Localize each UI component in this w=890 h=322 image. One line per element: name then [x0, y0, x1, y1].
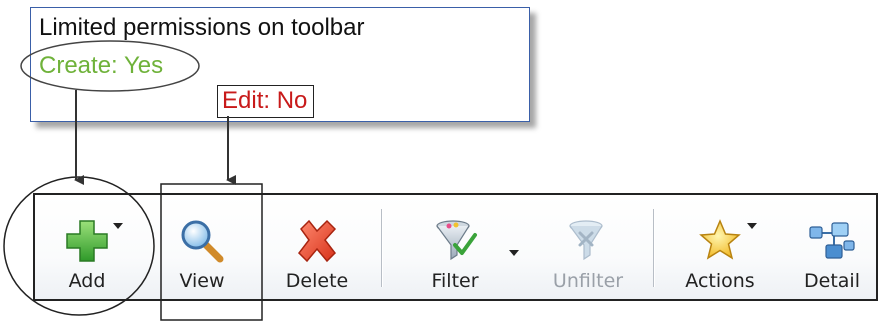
filter-dropdown-caret-icon[interactable]	[509, 250, 519, 256]
funnel-clear-icon	[564, 217, 612, 265]
delete-button[interactable]: Delete	[275, 195, 359, 299]
funnel-check-icon	[431, 217, 479, 265]
delete-label: Delete	[285, 270, 349, 292]
callout-title: Limited permissions on toolbar	[39, 14, 365, 41]
unfilter-label: Unfilter	[552, 270, 624, 292]
star-icon	[696, 217, 744, 265]
actions-dropdown-caret-icon[interactable]	[747, 223, 757, 229]
permissions-callout: Limited permissions on toolbar Create: Y…	[30, 7, 530, 122]
unfilter-button[interactable]: Unfilter	[543, 195, 633, 299]
toolbar-separator	[653, 209, 654, 287]
add-dropdown-caret-icon[interactable]	[113, 223, 123, 229]
view-label: View	[179, 270, 225, 292]
plus-icon	[63, 217, 111, 265]
magnifier-icon	[178, 217, 226, 265]
delete-x-icon	[293, 217, 341, 265]
detail-label: Detail	[804, 270, 860, 292]
filter-label: Filter	[431, 270, 479, 292]
actions-label: Actions	[685, 270, 755, 292]
create-permission-text: Create: Yes	[39, 52, 164, 79]
toolbar-separator	[381, 209, 382, 287]
detail-button[interactable]: Detail	[797, 195, 867, 299]
add-label: Add	[68, 270, 106, 292]
detail-network-icon	[808, 217, 856, 265]
edit-permission-box: Edit: No	[217, 85, 315, 118]
actions-button[interactable]: Actions	[675, 195, 765, 299]
toolbar: Add View Delete Filter Unfilter Actions …	[33, 193, 878, 301]
add-button[interactable]: Add	[49, 195, 125, 299]
view-button[interactable]: View	[167, 195, 237, 299]
filter-button[interactable]: Filter	[415, 195, 495, 299]
